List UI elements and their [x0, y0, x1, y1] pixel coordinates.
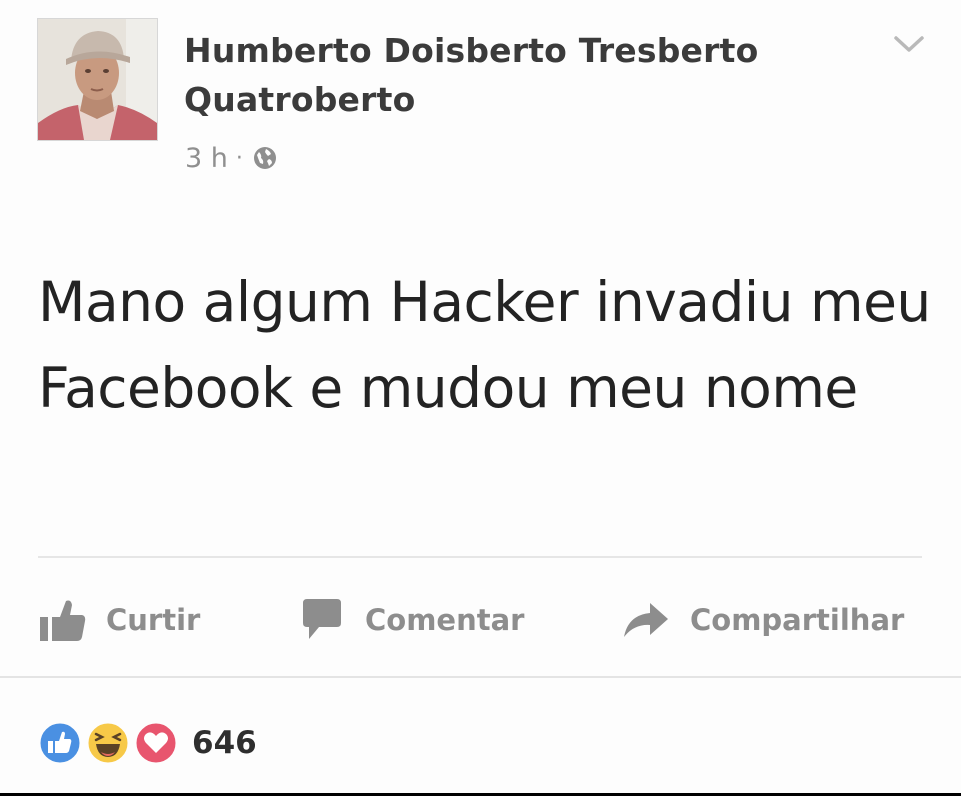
- globe-icon[interactable]: [253, 146, 277, 170]
- like-reaction-icon: [37, 720, 83, 766]
- meta-separator: ·: [235, 145, 243, 171]
- like-label: Curtir: [106, 603, 201, 637]
- post-actions-bar: Curtir Comentar Compartilhar: [0, 590, 961, 650]
- author-name[interactable]: Humberto Doisberto Tresberto Quatroberto: [184, 26, 834, 124]
- reaction-icons: [37, 720, 182, 766]
- speech-bubble-icon: [303, 599, 341, 639]
- reaction-count: 646: [192, 725, 257, 761]
- comment-label: Comentar: [365, 603, 525, 637]
- chevron-down-icon[interactable]: [893, 32, 925, 56]
- facebook-post: Humberto Doisberto Tresberto Quatroberto…: [0, 0, 961, 793]
- love-reaction-icon: [133, 720, 179, 766]
- timestamp[interactable]: 3 h: [185, 143, 228, 174]
- actions-top-divider: [38, 556, 922, 558]
- thumbs-up-icon: [40, 600, 86, 641]
- post-message: Mano algum Hacker invadiu meu Facebook e…: [38, 270, 931, 420]
- comment-button[interactable]: Comentar: [297, 590, 524, 650]
- haha-reaction-icon: [85, 720, 131, 766]
- reactions-divider: [0, 676, 961, 678]
- share-label: Compartilhar: [690, 603, 905, 637]
- author-avatar[interactable]: [37, 18, 158, 141]
- like-button[interactable]: Curtir: [38, 590, 200, 650]
- reactions-summary[interactable]: 646: [37, 718, 257, 768]
- post-meta: 3 h ·: [185, 140, 277, 176]
- profile-photo: [38, 19, 157, 140]
- share-arrow-icon: [624, 603, 668, 637]
- share-button[interactable]: Compartilhar: [620, 590, 904, 650]
